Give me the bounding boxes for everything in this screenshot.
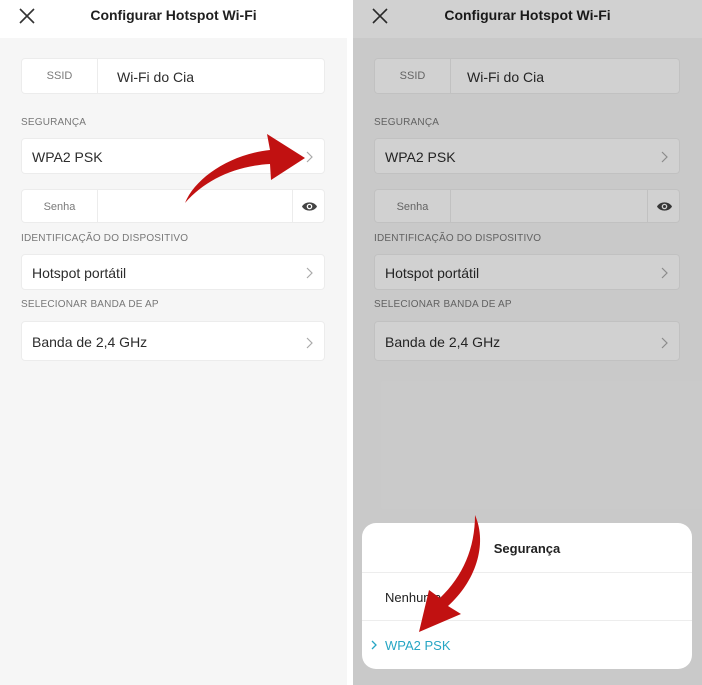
ssid-label: SSID [46, 70, 73, 82]
ssid-field[interactable]: SSID Wi-Fi do Cia [21, 58, 325, 94]
security-selector[interactable]: WPA2 PSK [21, 138, 325, 174]
divider [292, 190, 293, 222]
header-bar: Configurar Hotspot Wi-Fi [0, 0, 347, 38]
option-none[interactable]: Nenhuma [385, 590, 441, 605]
divider [97, 59, 98, 93]
ssid-value[interactable]: Wi-Fi do Cia [117, 69, 194, 85]
security-bottom-sheet: Segurança Nenhuma WPA2 PSK [362, 523, 692, 669]
security-value: WPA2 PSK [32, 149, 103, 165]
chevron-right-icon [306, 151, 313, 163]
divider [362, 620, 692, 621]
band-value: Banda de 2,4 GHz [32, 334, 148, 350]
sheet-title: Segurança [493, 541, 561, 556]
divider [97, 190, 98, 222]
page-title: Configurar Hotspot Wi-Fi [90, 7, 257, 23]
chevron-right-icon [306, 267, 313, 279]
right-screen: Configurar Hotspot Wi-Fi SSID Wi-Fi do C… [353, 0, 702, 685]
chevron-right-icon [306, 337, 313, 349]
device-name-selector[interactable]: Hotspot portátil [21, 254, 325, 290]
left-screen: Configurar Hotspot Wi-Fi SSID Wi-Fi do C… [0, 0, 347, 685]
chevron-right-icon [371, 640, 377, 650]
security-section-label: SEGURANÇA [21, 117, 87, 128]
divider [362, 572, 692, 573]
eye-icon[interactable] [301, 200, 318, 213]
band-section-label: SELECIONAR BANDA DE AP [21, 299, 159, 310]
device-value: Hotspot portátil [32, 265, 127, 281]
band-selector[interactable]: Banda de 2,4 GHz [21, 321, 325, 361]
password-label: Senha [43, 201, 76, 213]
password-field[interactable]: Senha [21, 189, 325, 223]
device-section-label: IDENTIFICAÇÃO DO DISPOSITIVO [21, 233, 189, 244]
option-wpa2-psk[interactable]: WPA2 PSK [385, 638, 451, 653]
